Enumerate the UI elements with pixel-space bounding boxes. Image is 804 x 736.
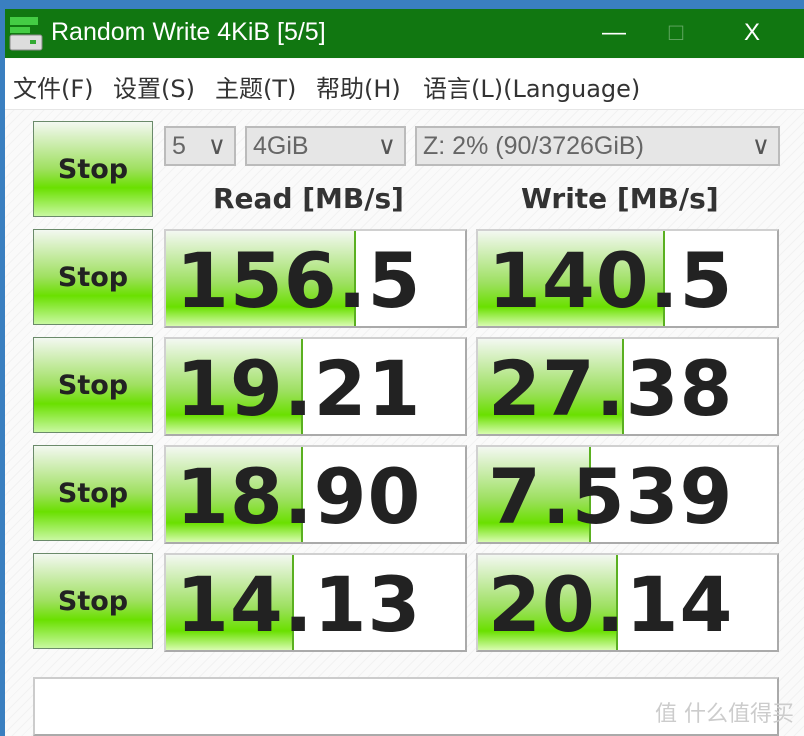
count-select[interactable]: 5 ∨: [164, 126, 236, 166]
read-value: 19.21: [176, 344, 422, 433]
size-value: 4GiB: [253, 132, 309, 160]
menu-bar: 文件(F) 设置(S) 主题(T) 帮助(H) 语言(L)(Language): [5, 59, 804, 110]
size-select[interactable]: 4GiB ∨: [245, 126, 406, 166]
write-header: Write [MB/s]: [521, 182, 719, 215]
read-value: 18.90: [176, 452, 422, 541]
chevron-down-icon: ∨: [377, 132, 396, 160]
stop-button[interactable]: Stop: [33, 337, 153, 433]
write-result: 20.14: [476, 553, 779, 652]
stop-all-button[interactable]: Stop: [33, 121, 153, 217]
menu-theme[interactable]: 主题(T): [215, 69, 296, 104]
minimize-button[interactable]: —: [584, 13, 644, 53]
read-value: 14.13: [176, 560, 422, 649]
app-window: Random Write 4KiB [5/5] — □ X 文件(F) 设置(S…: [5, 9, 804, 736]
menu-help[interactable]: 帮助(H): [316, 69, 401, 104]
write-result: 7.539: [476, 445, 779, 544]
watermark: 值 什么值得买: [655, 702, 794, 727]
stop-button[interactable]: Stop: [33, 553, 153, 649]
chevron-down-icon: ∨: [751, 132, 770, 160]
drive-value: Z: 2% (90/3726GiB): [423, 132, 644, 160]
title-bar: Random Write 4KiB [5/5] — □ X: [5, 9, 804, 58]
write-result: 27.38: [476, 337, 779, 436]
count-value: 5: [172, 132, 186, 160]
read-result: 19.21: [164, 337, 467, 436]
app-icon: [9, 17, 43, 51]
drive-select[interactable]: Z: 2% (90/3726GiB) ∨: [415, 126, 780, 166]
close-button[interactable]: X: [722, 13, 782, 53]
write-value: 7.539: [488, 452, 734, 541]
read-result: 14.13: [164, 553, 467, 652]
maximize-button[interactable]: □: [646, 13, 706, 53]
menu-settings[interactable]: 设置(S): [113, 69, 195, 104]
window-title: Random Write 4KiB [5/5]: [51, 18, 326, 46]
stop-button[interactable]: Stop: [33, 445, 153, 541]
read-result: 18.90: [164, 445, 467, 544]
write-value: 27.38: [488, 344, 734, 433]
write-value: 140.5: [488, 236, 734, 325]
menu-file[interactable]: 文件(F): [13, 69, 94, 104]
read-value: 156.5: [176, 236, 422, 325]
main-panel: Stop 5 ∨ 4GiB ∨ Z: 2% (90/3726GiB) ∨ Read […: [5, 110, 804, 736]
chevron-down-icon: ∨: [207, 132, 226, 160]
write-value: 20.14: [488, 560, 734, 649]
stop-button[interactable]: Stop: [33, 229, 153, 325]
write-result: 140.5: [476, 229, 779, 328]
menu-language[interactable]: 语言(L)(Language): [423, 69, 640, 104]
read-result: 156.5: [164, 229, 467, 328]
read-header: Read [MB/s]: [213, 182, 404, 215]
